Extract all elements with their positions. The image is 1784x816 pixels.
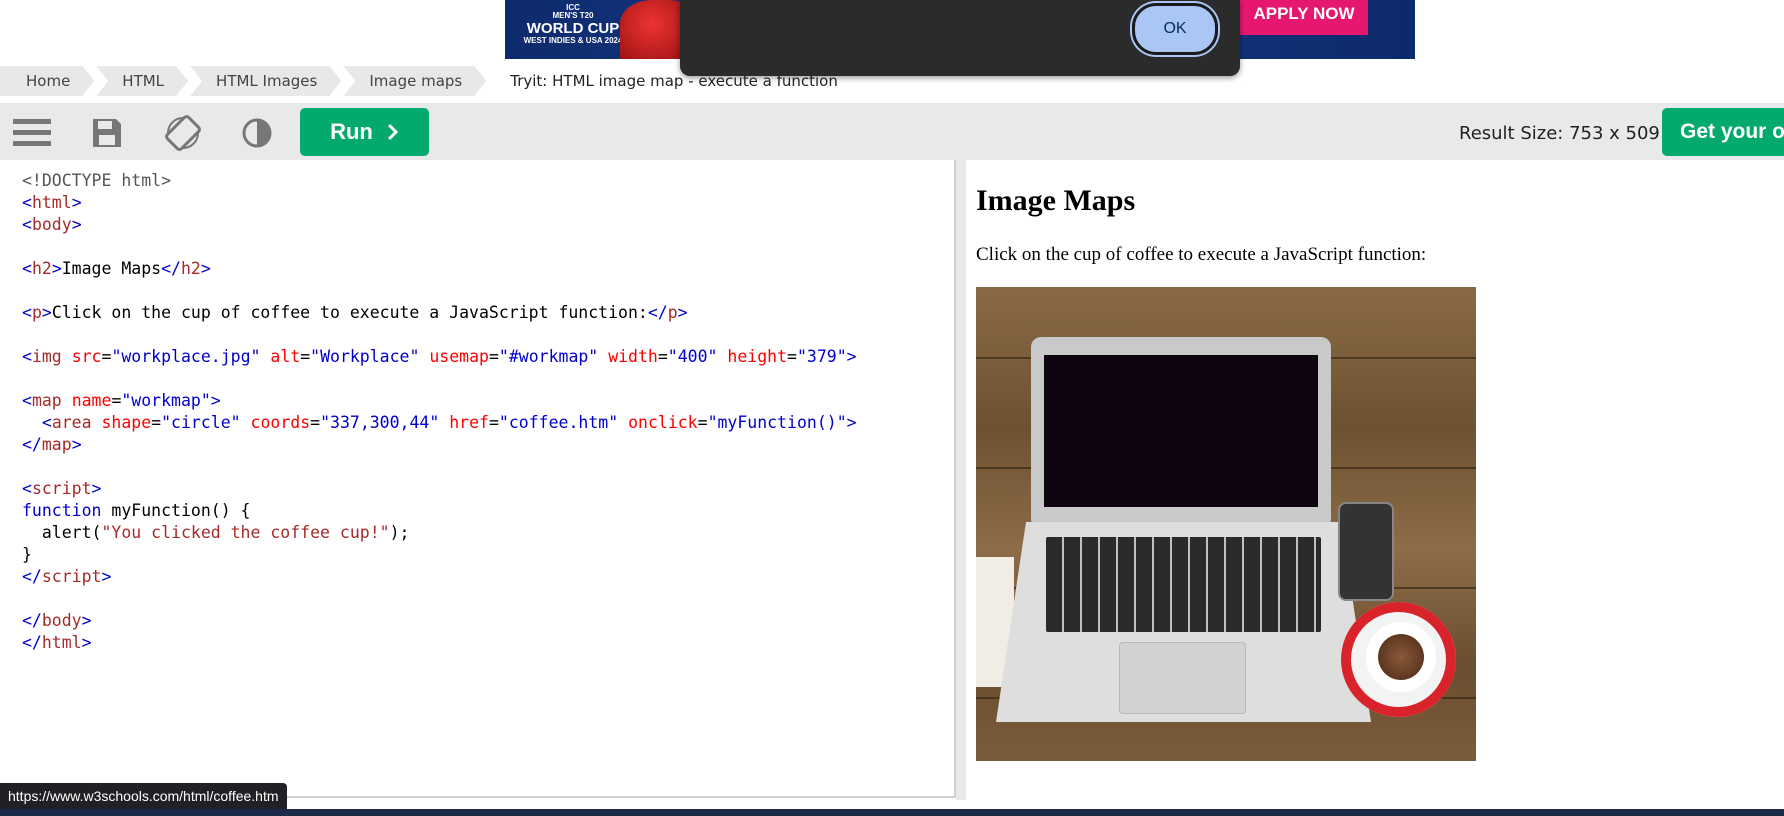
alert-ok-button[interactable]: OK [1132,3,1218,55]
breadcrumb-home[interactable]: Home [0,66,94,96]
hamburger-icon[interactable] [12,113,52,153]
toolbar: Run Result Size: 753 x 509 Get your own [0,103,1784,160]
breadcrumb: Home HTML HTML Images Image maps Tryit: … [0,66,838,96]
get-your-own-button[interactable]: Get your own [1662,108,1784,156]
save-icon[interactable] [87,113,127,153]
status-url: https://www.w3schools.com/html/coffee.ht… [0,783,287,809]
alert-dialog: OK [680,0,1240,76]
code-text[interactable]: <!DOCTYPE html> <html> <body> <h2>Image … [22,170,857,654]
ad-event-logo: ICC MEN'S T20 WORLD CUP WEST INDIES & US… [513,3,633,45]
code-editor[interactable]: <!DOCTYPE html> <html> <body> <h2>Image … [12,160,956,798]
breadcrumb-current: Tryit: HTML image map - execute a functi… [510,72,838,90]
run-label: Run [330,119,373,144]
breadcrumb-html-images[interactable]: HTML Images [190,66,341,96]
result-heading: Image Maps [976,184,1136,217]
ad-event-title: WORLD CUP [526,19,620,37]
result-size: Result Size: 753 x 509 [1459,123,1660,144]
ad-event-line3: WEST INDIES & USA 2024 [523,35,623,45]
chevron-right-icon [387,123,398,141]
laptop-trackpad [1119,642,1246,714]
coffee-area[interactable] [1378,634,1424,680]
workplace-image[interactable] [976,287,1476,761]
laptop-screen [1044,355,1318,507]
breadcrumb-html[interactable]: HTML [96,66,188,96]
run-button[interactable]: Run [300,108,429,156]
pane-divider[interactable] [956,160,966,800]
result-paragraph: Click on the cup of coffee to execute a … [976,244,1427,265]
apply-now-button[interactable]: APPLY NOW [1240,0,1368,35]
breadcrumb-image-maps[interactable]: Image maps [343,66,486,96]
result-pane: Image Maps Click on the cup of coffee to… [966,160,1784,800]
rotate-icon[interactable] [163,113,203,153]
laptop-keyboard [1046,537,1321,632]
contrast-icon[interactable] [237,113,277,153]
taskbar [0,809,1784,816]
phone-image [1338,502,1394,601]
